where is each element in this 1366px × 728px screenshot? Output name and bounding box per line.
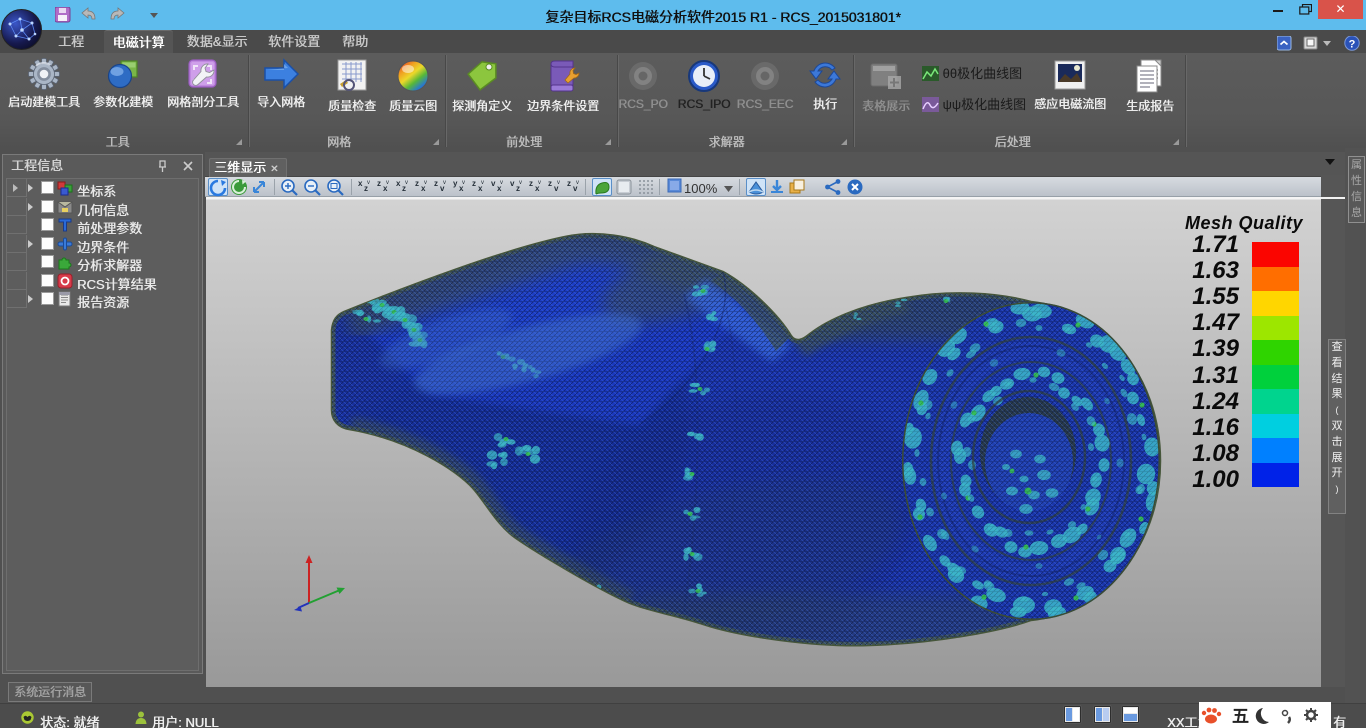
- svg-text:v: v: [424, 180, 427, 186]
- svg-text:v: v: [510, 179, 515, 188]
- svg-text:v: v: [462, 180, 465, 186]
- svg-text:x: x: [396, 179, 401, 188]
- svg-text:z: z: [415, 179, 419, 188]
- svg-text:z: z: [377, 179, 381, 188]
- svg-text:z: z: [472, 179, 476, 188]
- svg-text:y: y: [453, 179, 458, 188]
- svg-text:z: z: [529, 179, 533, 188]
- svg-text:五: 五: [1232, 707, 1249, 726]
- svg-text:v: v: [500, 180, 503, 186]
- svg-text:z: z: [548, 179, 552, 188]
- svg-text:v: v: [538, 180, 541, 186]
- svg-text:z: z: [567, 179, 571, 188]
- svg-text:v: v: [386, 180, 389, 186]
- svg-text:v: v: [481, 180, 484, 186]
- svg-text:?: ?: [1349, 39, 1356, 51]
- svg-text:z: z: [434, 179, 438, 188]
- svg-text:v: v: [367, 180, 370, 186]
- svg-text:v: v: [405, 180, 408, 186]
- svg-text:v: v: [443, 180, 446, 186]
- svg-text:v: v: [557, 180, 560, 186]
- svg-text:x: x: [358, 179, 363, 188]
- svg-text:v: v: [491, 179, 496, 188]
- svg-text:v: v: [519, 180, 522, 186]
- svg-text:v: v: [576, 180, 579, 186]
